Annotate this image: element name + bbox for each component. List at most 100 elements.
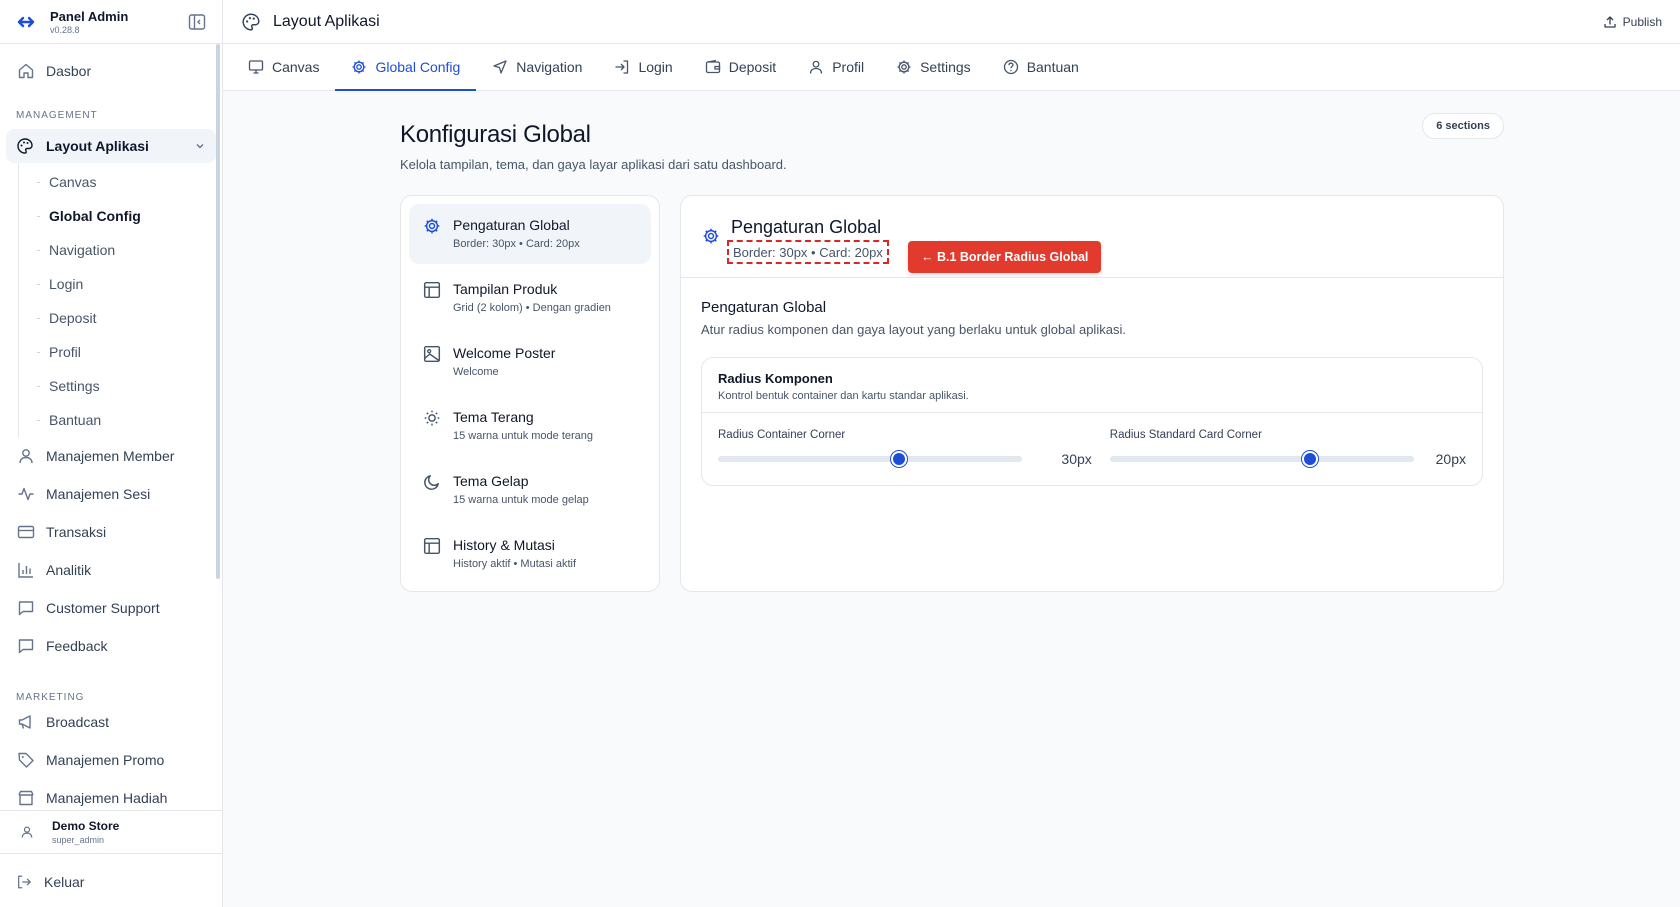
user-name: Demo Store xyxy=(52,819,120,833)
section-name: Tampilan Produk xyxy=(453,281,558,297)
section-item-history-mutasi[interactable]: History & Mutasi History aktif • Mutasi … xyxy=(409,524,651,584)
section-name: Welcome Poster xyxy=(453,345,556,361)
subnav-item-global-config[interactable]: Global Config xyxy=(19,199,222,233)
section-name: Tema Gelap xyxy=(453,473,529,489)
sidebar: Panel Admin v0.28.8 Dasbor MANAGEMENT La… xyxy=(0,0,223,907)
sidebar-item-label: Dasbor xyxy=(46,63,92,79)
sidebar-item-label: Manajemen Hadiah xyxy=(46,790,168,806)
login-icon xyxy=(614,59,630,75)
logo-icon xyxy=(14,10,38,34)
section-desc: 15 warna untuk mode gelap xyxy=(453,494,589,506)
section-item-tema-gelap[interactable]: Tema Gelap 15 warna untuk mode gelap xyxy=(409,460,651,520)
tab-bantuan[interactable]: Bantuan xyxy=(987,44,1095,90)
slider-value: 30px xyxy=(1061,451,1092,467)
sidebar-item-analitik[interactable]: Analitik xyxy=(0,551,222,589)
slider-thumb[interactable] xyxy=(890,451,907,467)
sidebar-item-label: Manajemen Promo xyxy=(46,752,165,768)
user-icon xyxy=(20,825,38,839)
sidebar-item-dashboard[interactable]: Dasbor xyxy=(0,53,222,89)
publish-button[interactable]: Publish xyxy=(1603,15,1662,29)
gear-icon xyxy=(702,227,720,245)
detail-meta-highlight: Border: 30px • Card: 20px xyxy=(727,240,889,264)
slider-thumb[interactable] xyxy=(1301,451,1318,467)
slider-label: Radius Standard Card Corner xyxy=(1109,429,1262,441)
sidebar-item-label: Transaksi xyxy=(46,524,107,540)
page-title: Layout Aplikasi xyxy=(273,12,380,30)
body-title: Pengaturan Global xyxy=(701,299,827,316)
subnav-item-login[interactable]: Login xyxy=(19,267,222,301)
section-item-tema-terang[interactable]: Tema Terang 15 warna untuk mode terang xyxy=(409,396,651,456)
publish-label: Publish xyxy=(1622,14,1662,29)
section-name: Tema Terang xyxy=(453,409,534,425)
sidebar-item-label: Customer Support xyxy=(46,600,160,616)
sidebar-item-transaksi[interactable]: Transaksi xyxy=(0,513,222,551)
tab-global-config[interactable]: Global Config xyxy=(335,44,477,91)
subnav-item-canvas[interactable]: Canvas xyxy=(19,165,222,199)
sidebar-scrollbar[interactable] xyxy=(216,44,220,579)
body-subtitle: Atur radius komponen dan gaya layout yan… xyxy=(701,322,1126,337)
radius-card: Radius Komponen Kontrol bentuk container… xyxy=(701,357,1483,486)
help-circle-icon xyxy=(1003,59,1019,75)
section-item-tampilan-produk[interactable]: Tampilan Produk Grid (2 kolom) • Dengan … xyxy=(409,268,651,328)
tab-canvas[interactable]: Canvas xyxy=(232,44,335,90)
section-item-welcome-poster[interactable]: Welcome Poster Welcome xyxy=(409,332,651,392)
section-detail-panel: Pengaturan Global Border: 30px • Card: 2… xyxy=(680,195,1504,592)
section-list: Pengaturan Global Border: 30px • Card: 2… xyxy=(400,195,660,592)
tab-profil[interactable]: Profil xyxy=(792,44,880,90)
section-desc: Welcome xyxy=(453,366,499,378)
section-desc: Grid (2 kolom) • Dengan gradien xyxy=(453,302,611,314)
sidebar-item-manajemen-hadiah[interactable]: Manajemen Hadiah xyxy=(0,779,222,810)
sidebar-collapse-icon[interactable] xyxy=(186,11,208,33)
subnav-item-settings[interactable]: Settings xyxy=(19,369,222,403)
user-role: super_admin xyxy=(52,835,105,845)
brand-version: v0.28.8 xyxy=(50,24,80,35)
section-label-management: MANAGEMENT xyxy=(16,110,98,121)
tab-bar: Canvas Global Config Navigation Login De… xyxy=(223,44,1680,91)
brand-name: Panel Admin xyxy=(50,8,129,24)
subnav-item-bantuan[interactable]: Bantuan xyxy=(19,403,222,437)
tab-navigation[interactable]: Navigation xyxy=(476,44,598,90)
subnav-item-navigation[interactable]: Navigation xyxy=(19,233,222,267)
sidebar-item-manajemen-member[interactable]: Manajemen Member xyxy=(0,437,222,475)
radius-card-title: Radius Komponen xyxy=(718,371,833,386)
section-name: History & Mutasi xyxy=(453,537,555,553)
radius-card-header: Radius Komponen Kontrol bentuk container… xyxy=(702,358,1482,413)
palette-icon xyxy=(241,12,261,32)
sidebar-item-label: Manajemen Sesi xyxy=(46,486,151,502)
sidebar-item-manajemen-promo[interactable]: Manajemen Promo xyxy=(0,741,222,779)
user-profile[interactable]: Demo Store super_admin xyxy=(0,810,222,854)
wallet-icon xyxy=(705,59,721,75)
user-icon xyxy=(808,59,824,75)
sidebar-item-broadcast[interactable]: Broadcast xyxy=(0,703,222,741)
container-radius-slider[interactable] xyxy=(718,451,1022,467)
sidebar-item-layout-aplikasi[interactable]: Layout Aplikasi xyxy=(6,129,216,163)
tab-settings[interactable]: Settings xyxy=(880,44,987,90)
tab-login[interactable]: Login xyxy=(598,44,688,90)
chevron-down-icon[interactable] xyxy=(194,140,206,152)
gear-icon xyxy=(423,217,441,235)
sidebar-item-customer-support[interactable]: Customer Support xyxy=(0,589,222,627)
credit-card-icon xyxy=(16,522,36,542)
main-subtitle: Kelola tampilan, tema, dan gaya layar ap… xyxy=(400,157,787,172)
slider-container-radius: Radius Container Corner 30px xyxy=(718,429,1092,467)
detail-title: Pengaturan Global xyxy=(731,217,882,237)
subnav-item-profil[interactable]: Profil xyxy=(19,335,222,369)
card-radius-slider[interactable] xyxy=(1109,451,1414,467)
layout-icon xyxy=(423,281,441,299)
logout-label: Keluar xyxy=(44,874,85,890)
moon-icon xyxy=(423,473,441,491)
message-icon xyxy=(16,598,36,618)
megaphone-icon xyxy=(16,712,36,732)
section-item-pengaturan-global[interactable]: Pengaturan Global Border: 30px • Card: 2… xyxy=(409,204,651,264)
brand: Panel Admin v0.28.8 xyxy=(0,0,222,44)
section-name: Pengaturan Global xyxy=(453,217,570,233)
sidebar-item-manajemen-sesi[interactable]: Manajemen Sesi xyxy=(0,475,222,513)
palette-icon xyxy=(16,136,36,156)
tab-deposit[interactable]: Deposit xyxy=(689,44,792,90)
sidebar-item-feedback[interactable]: Feedback xyxy=(0,627,222,665)
logout-button[interactable]: Keluar xyxy=(0,862,222,902)
subnav-item-deposit[interactable]: Deposit xyxy=(19,301,222,335)
top-bar: Layout Aplikasi Publish xyxy=(223,0,1680,44)
page-header: Konfigurasi Global Kelola tampilan, tema… xyxy=(400,113,1504,198)
sidebar-nav: Dasbor MANAGEMENT Layout Aplikasi Canvas… xyxy=(0,44,222,810)
